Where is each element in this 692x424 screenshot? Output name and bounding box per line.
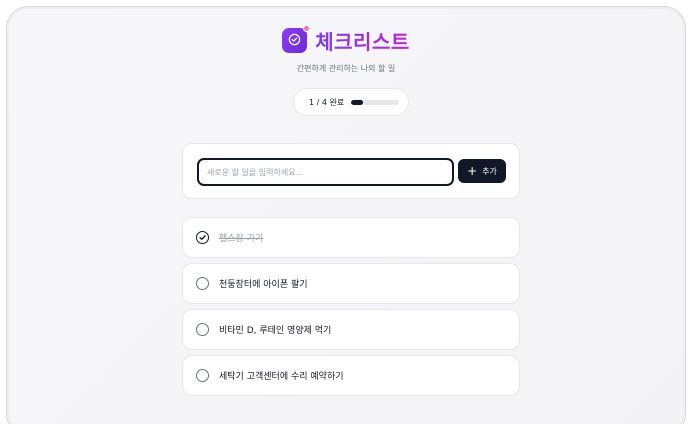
todo-item[interactable]: 세탁기 고객센터에 수리 예약하기 xyxy=(182,355,520,396)
add-button-label: 추가 xyxy=(482,166,497,176)
progress-label: 1 / 4 완료 xyxy=(309,97,345,107)
plus-icon: + xyxy=(467,164,478,178)
app-header: 체크리스트 xyxy=(0,25,692,55)
todo-text: 세탁기 고객센터에 수리 예약하기 xyxy=(219,372,344,382)
check-circle-icon[interactable] xyxy=(196,231,209,244)
empty-circle-icon[interactable] xyxy=(196,369,209,382)
todo-text: 헬스장 가기 xyxy=(219,234,264,244)
todo-item[interactable]: 헬스장 가기 xyxy=(182,217,520,258)
todo-item[interactable]: 비타민 D, 루테인 영양제 먹기 xyxy=(182,309,520,350)
progress-indicator: 1 / 4 완료 xyxy=(293,88,409,116)
check-circle-icon xyxy=(288,31,301,50)
notification-dot xyxy=(303,25,311,32)
empty-circle-icon[interactable] xyxy=(196,323,209,336)
todo-text: 천둥장터에 아이폰 팔기 xyxy=(219,280,308,290)
todo-text: 비타민 D, 루테인 영양제 먹기 xyxy=(219,326,332,336)
progress-bar xyxy=(351,99,400,105)
new-todo-card: + 추가 xyxy=(182,143,520,199)
page-subtitle: 간편하게 관리하는 나의 할 일 xyxy=(296,64,396,73)
new-todo-input[interactable] xyxy=(197,158,454,186)
add-todo-button[interactable]: + 추가 xyxy=(458,159,506,183)
empty-circle-icon[interactable] xyxy=(196,277,209,290)
page-title: 체크리스트 xyxy=(315,26,410,55)
todo-list: 헬스장 가기천둥장터에 아이폰 팔기비타민 D, 루테인 영양제 먹기세탁기 고… xyxy=(182,217,520,401)
todo-item[interactable]: 천둥장터에 아이폰 팔기 xyxy=(182,263,520,304)
app-logo xyxy=(282,25,311,53)
progress-bar-fill xyxy=(351,99,364,105)
